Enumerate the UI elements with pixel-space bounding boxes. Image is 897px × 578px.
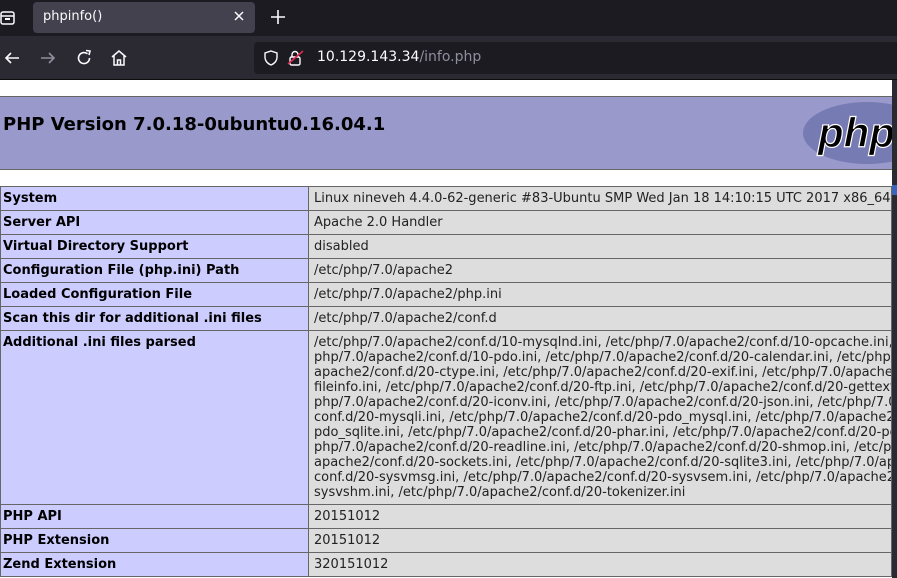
row-label: Server API: [0, 210, 309, 235]
row-value: /etc/php/7.0/apache2/php.ini: [308, 282, 892, 307]
row-value-line: pdo_sqlite.ini, /etc/php/7.0/apache2/con…: [314, 425, 891, 440]
table-row: Scan this dir for additional .ini files /…: [0, 306, 892, 331]
url-bar[interactable]: 10.129.143.34/info.php: [254, 42, 897, 74]
row-value-line: apache2/conf.d/20-sockets.ini, /etc/php/…: [314, 455, 892, 470]
row-label: Zend Extension: [0, 552, 309, 577]
table-row: Configuration File (php.ini) Path/etc/ph…: [0, 258, 892, 283]
table-row: System Linux nineveh 4.4.0-62-generic #83…: [0, 186, 892, 211]
table-row: Additional .ini files parsed/etc/php/7.0…: [0, 330, 892, 505]
row-value: /etc/php/7.0/apache2/conf.d/10-mysqlnd.i…: [308, 330, 892, 505]
row-value: disabled: [308, 234, 892, 259]
row-value: /etc/php/7.0/apache2: [308, 258, 892, 283]
url-text: 10.129.143.34/info.php: [317, 49, 481, 65]
row-value-line: conf.d/20-sysvmsg.ini, /etc/php/7.0/apac…: [314, 470, 891, 485]
home-icon[interactable]: [109, 48, 129, 68]
php-version-header: PHP Version 7.0.18-0ubuntu0.16.04.1 php: [0, 97, 892, 170]
row-value-line: php/7.0/apache2/conf.d/10-pdo.ini, /etc/…: [314, 350, 892, 365]
row-value: /etc/php/7.0/apache2/conf.d: [308, 306, 892, 331]
close-icon[interactable]: [231, 8, 247, 24]
row-value-line: php/7.0/apache2/conf.d/20-iconv.ini, /et…: [314, 395, 891, 410]
table-row: Virtual Directory Support disabled: [0, 234, 892, 259]
row-label: PHP Extension: [0, 528, 309, 553]
row-label: Configuration File (php.ini) Path: [0, 258, 309, 283]
tab-overview-icon[interactable]: [0, 8, 20, 28]
row-value-line: fileinfo.ini, /etc/php/7.0/apache2/conf.…: [314, 380, 892, 395]
row-value-line: sysvshm.ini, /etc/php/7.0/apache2/conf.d…: [314, 485, 686, 500]
config-table: System Linux nineveh 4.4.0-62-generic #83…: [0, 186, 892, 577]
table-row: PHP Extension 20151012: [0, 528, 892, 553]
row-value: 20151012: [308, 504, 892, 529]
navigation-toolbar: 10.129.143.34/info.php: [0, 36, 897, 80]
vertical-scrollbar[interactable]: [892, 80, 897, 578]
browser-tab[interactable]: phpinfo(): [33, 2, 255, 33]
row-label: System: [0, 186, 309, 211]
page-title: PHP Version 7.0.18-0ubuntu0.16.04.1: [3, 114, 386, 135]
row-label: Additional .ini files parsed: [0, 330, 309, 505]
scrollbar-thumb[interactable]: [892, 185, 897, 195]
reload-icon[interactable]: [74, 48, 94, 68]
table-row: Loaded Configuration File/etc/php/7.0/ap…: [0, 282, 892, 307]
forward-arrow-icon[interactable]: [38, 48, 58, 68]
url-host: 10.129.143.34: [317, 49, 420, 65]
config-table-body: System Linux nineveh 4.4.0-62-generic #83…: [0, 186, 892, 577]
row-value-line: php/7.0/apache2/conf.d/20-readline.ini, …: [314, 440, 892, 455]
row-value-line: conf.d/20-mysqli.ini, /etc/php/7.0/apach…: [314, 410, 891, 425]
php-logo-text: php: [817, 109, 892, 156]
row-label: Loaded Configuration File: [0, 282, 309, 307]
tab-title: phpinfo(): [43, 9, 103, 24]
page-content: PHP Version 7.0.18-0ubuntu0.16.04.1 php …: [0, 80, 892, 578]
row-value: 320151012: [308, 552, 892, 577]
table-row: PHP API 20151012: [0, 504, 892, 529]
row-label: Virtual Directory Support: [0, 234, 309, 259]
tab-bar: phpinfo(): [0, 0, 897, 36]
row-value-line: apache2/conf.d/20-ctype.ini, /etc/php/7.…: [314, 365, 892, 380]
row-value: 20151012: [308, 528, 892, 553]
back-arrow-icon[interactable]: [2, 48, 22, 68]
row-value: Linux nineveh 4.4.0-62-generic #83-Ubunt…: [308, 186, 892, 211]
row-label: PHP API: [0, 504, 309, 529]
row-value: Apache 2.0 Handler: [308, 210, 892, 235]
plus-icon[interactable]: [268, 7, 288, 27]
row-value-line: /etc/php/7.0/apache2/conf.d/10-mysqlnd.i…: [314, 335, 892, 350]
url-path: /info.php: [419, 49, 482, 65]
table-row: Server API Apache 2.0 Handler: [0, 210, 892, 235]
row-label: Scan this dir for additional .ini files: [0, 306, 309, 331]
shield-icon[interactable]: [262, 49, 280, 67]
php-logo[interactable]: php: [802, 101, 892, 165]
lock-warning-icon[interactable]: [287, 49, 305, 67]
table-row: Zend Extension 320151012: [0, 552, 892, 577]
